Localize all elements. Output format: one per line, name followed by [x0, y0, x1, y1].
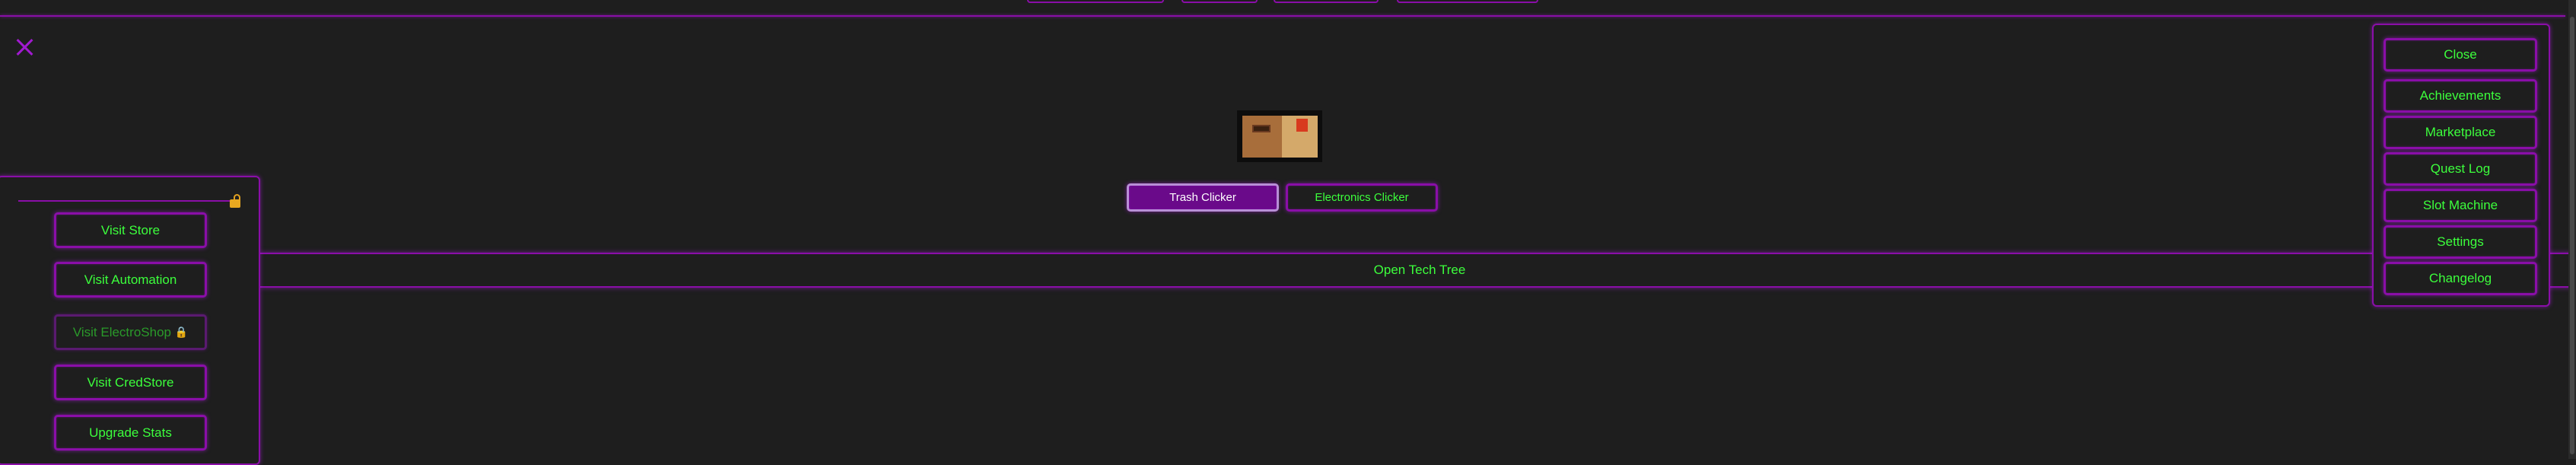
trash-clicker-tab[interactable]: Trash Clicker [1127, 183, 1279, 212]
close-x-icon[interactable] [12, 35, 37, 59]
left-panel-divider [18, 200, 236, 202]
open-tech-tree-button[interactable]: Open Tech Tree [260, 253, 2576, 288]
marketplace-button[interactable]: Marketplace [2384, 116, 2537, 149]
tech-tree-label: Open Tech Tree [1373, 263, 1466, 277]
visit-store-button[interactable]: Visit Store [54, 212, 207, 248]
page-scrollbar[interactable] [2568, 0, 2576, 459]
padlock-body [230, 199, 240, 208]
quest-log-button[interactable]: Quest Log [2384, 152, 2537, 186]
top-tab-4[interactable] [1397, 0, 1538, 3]
lock-icon: 🔒 [174, 326, 189, 338]
crate-handle-slot [1252, 125, 1271, 132]
crate-left-face [1242, 116, 1282, 158]
slot-machine-button[interactable]: Slot Machine [2384, 189, 2537, 222]
upgrade-stats-button[interactable]: Upgrade Stats [54, 415, 207, 451]
top-tab-2[interactable] [1181, 0, 1258, 3]
top-divider [0, 15, 2565, 17]
visit-credstore-button[interactable]: Visit CredStore [54, 365, 207, 400]
electronics-clicker-tab[interactable]: Electronics Clicker [1286, 183, 1438, 212]
unlock-padlock-icon[interactable] [230, 194, 242, 208]
changelog-button[interactable]: Changelog [2384, 262, 2537, 295]
crate-red-tag [1296, 119, 1308, 132]
visit-electroshop-button[interactable]: Visit ElectroShop 🔒 [54, 314, 207, 350]
visit-automation-button[interactable]: Visit Automation [54, 262, 207, 298]
electroshop-label: Visit ElectroShop [72, 324, 171, 339]
achievements-button[interactable]: Achievements [2384, 79, 2537, 113]
top-tab-3[interactable] [1274, 0, 1379, 3]
scrollbar-thumb[interactable] [2570, 17, 2574, 454]
trash-crate-icon[interactable] [1237, 110, 1322, 162]
top-tab-1[interactable] [1027, 0, 1164, 3]
settings-button[interactable]: Settings [2384, 225, 2537, 259]
close-menu-button[interactable]: Close [2384, 38, 2537, 72]
